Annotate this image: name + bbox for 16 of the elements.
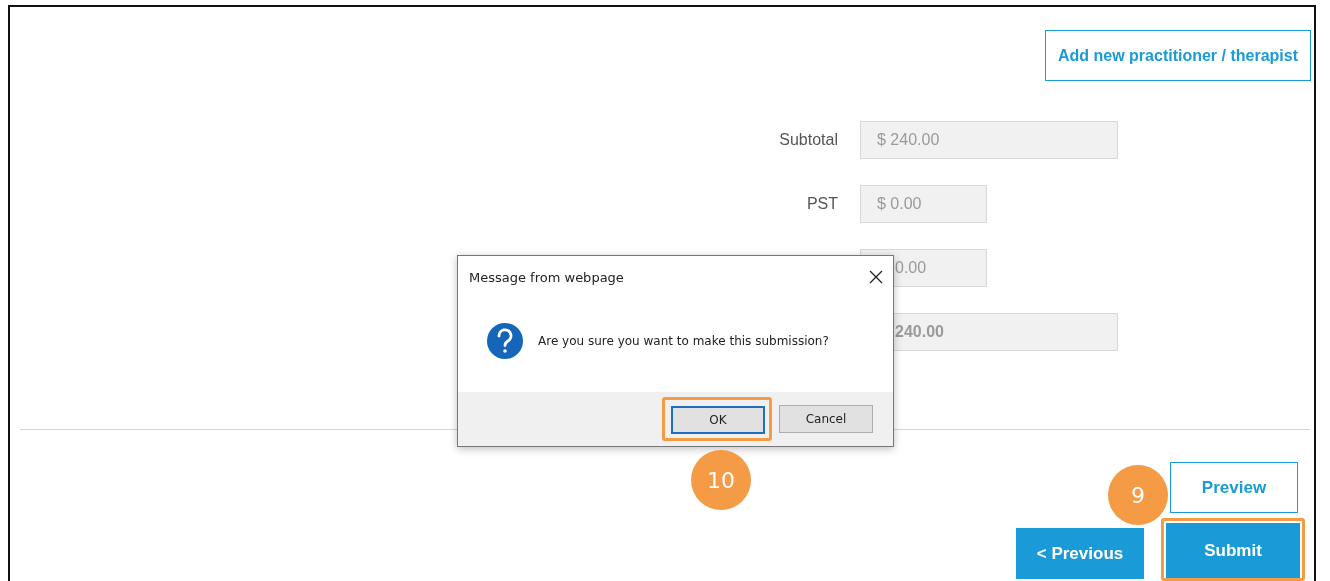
question-icon — [486, 322, 524, 360]
dialog-button[interactable]: OK — [671, 406, 765, 434]
field-label: Subtotal — [779, 131, 838, 149]
dialog-button[interactable]: Cancel — [779, 405, 873, 433]
previous-button[interactable]: < Previous — [1016, 528, 1144, 579]
field-label: PST — [806, 195, 838, 213]
amount-field[interactable]: $ 240.00 — [860, 121, 1118, 159]
step-badge: 9 — [1108, 465, 1168, 525]
dialog-title: Message from webpage — [469, 269, 624, 285]
dialog-message: Are you sure you want to make this submission? — [538, 334, 829, 348]
submit-button[interactable]: Submit — [1166, 523, 1300, 578]
add-practitioner-button[interactable]: Add new practitioner / therapist — [1044, 30, 1311, 81]
close-icon[interactable] — [869, 270, 883, 284]
amount-field[interactable]: $ 0.00 — [860, 185, 987, 223]
preview-button[interactable]: Preview — [1170, 462, 1298, 513]
step-badge: 10 — [691, 450, 751, 510]
